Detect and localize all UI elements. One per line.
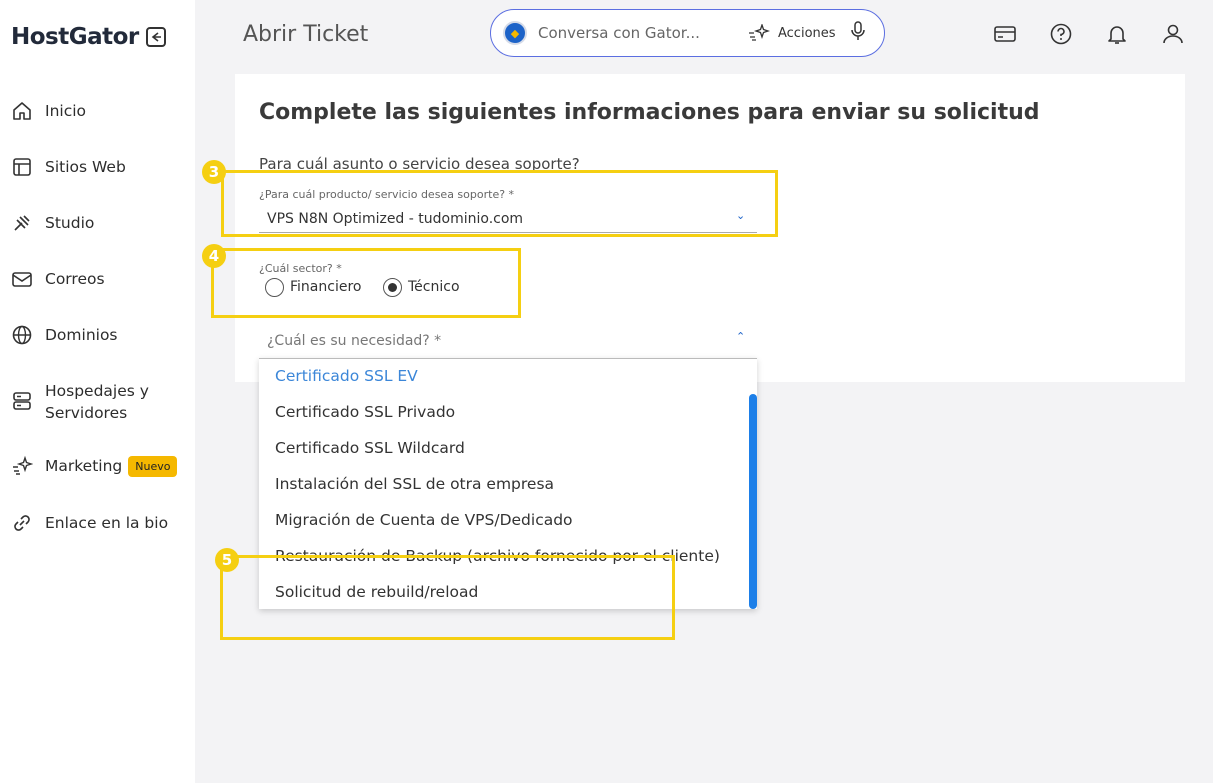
sparkle-icon [749,24,770,41]
annotation-number-3: 3 [202,160,226,184]
sidebar-item-label: Marketing [45,457,123,475]
actions-label: Acciones [778,25,836,41]
dropdown-option[interactable]: Instalación del SSL de otra empresa [275,475,554,493]
bell-icon[interactable] [1105,22,1129,46]
sidebar-item-inicio[interactable]: Inicio [11,100,86,122]
dropdown-option[interactable]: Certificado SSL EV [275,367,418,385]
studio-icon [11,212,33,234]
sidebar-item-marketing[interactable]: Marketing Nuevo [11,455,178,477]
sidebar-item-label: Dominios [45,326,118,344]
chevron-up-icon[interactable]: ⌃ [736,330,745,343]
sidebar-item-label: Inicio [45,102,87,120]
sidebar-item-label: Enlace en la bio [45,514,169,532]
server-icon [11,390,33,412]
sidebar-item-label: Hospedajes y [45,382,149,400]
sidebar-item-hospedajes[interactable]: Hospedajes y Servidores [11,380,149,424]
annotation-number-5: 5 [215,548,239,572]
actions-button[interactable]: Acciones [748,24,836,42]
mail-icon [11,268,33,290]
page-title: Abrir Ticket [243,22,369,47]
dropdown-option[interactable]: Certificado SSL Privado [275,403,455,421]
dropdown-option[interactable]: Migración de Cuenta de VPS/Dedicado [275,511,573,529]
arrow-left-icon [151,32,161,42]
dropdown-scrollbar[interactable] [749,394,757,609]
home-icon [11,100,33,122]
help-icon[interactable] [1049,22,1073,46]
annotation-number-4: 4 [202,244,226,268]
gator-chat-box[interactable]: ◆ Conversa con Gator... Acciones [490,9,885,57]
sidebar-item-dominios[interactable]: Dominios [11,324,118,346]
annotation-box-4 [211,248,521,318]
logo-row: HostGator [11,24,166,50]
annotation-box-3 [221,170,778,237]
globe-icon [11,324,33,346]
sidebar-item-correos[interactable]: Correos [11,268,105,290]
sidebar-item-label: Correos [45,270,105,288]
microphone-icon[interactable] [850,21,866,45]
sidebar: HostGator Inicio Sitios Web Studio Corre… [0,0,195,783]
sparkle-icon [11,455,33,477]
sidebar-item-studio[interactable]: Studio [11,212,94,234]
form-heading: Complete las siguientes informaciones pa… [259,100,1040,125]
sidebar-item-label-line2: Servidores [45,404,128,422]
need-select[interactable]: ¿Cuál es su necesidad? * [267,333,441,349]
link-icon [11,512,33,534]
dropdown-option[interactable]: Certificado SSL Wildcard [275,439,465,457]
collapse-sidebar-button[interactable] [145,27,166,47]
billing-card-icon[interactable] [993,22,1017,46]
annotation-box-5 [220,555,675,640]
gator-avatar-icon: ◆ [503,21,527,45]
layout-icon [11,156,33,178]
sidebar-item-enlace-bio[interactable]: Enlace en la bio [11,512,168,534]
user-icon[interactable] [1161,22,1185,46]
sidebar-item-label: Sitios Web [45,158,126,176]
chat-input[interactable]: Conversa con Gator... [538,24,728,42]
new-badge: Nuevo [128,455,178,477]
sidebar-item-sitios-web[interactable]: Sitios Web [11,156,126,178]
logo[interactable]: HostGator [11,24,139,50]
sidebar-item-label: Studio [45,214,95,232]
